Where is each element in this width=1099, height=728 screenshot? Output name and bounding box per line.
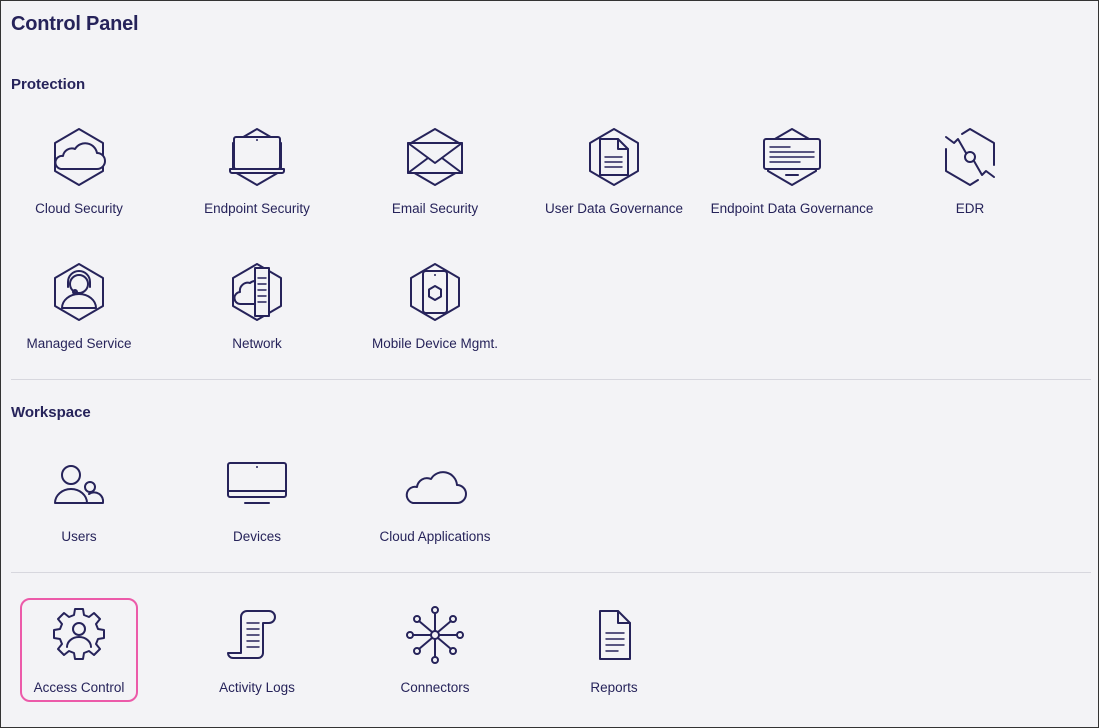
tile-user-data-governance[interactable]: User Data Governance [529,121,699,231]
tile-edr[interactable]: EDR [885,121,1055,231]
tile-managed-service[interactable]: Managed Service [1,256,164,366]
tile-label: Managed Service [26,336,132,351]
tile-label: Endpoint Data Governance [710,201,874,216]
tile-label: Email Security [391,201,479,216]
section-title-workspace: Workspace [11,404,91,421]
network-hub-icon [403,603,467,667]
tile-label: Cloud Security [35,201,123,216]
tile-label: Cloud Applications [379,529,491,544]
tile-label: Reports [590,680,638,695]
section-divider [11,379,1091,380]
tile-label: Mobile Device Mgmt. [371,336,499,351]
cloud-icon [403,455,467,519]
tile-cloud-applications[interactable]: Cloud Applications [350,451,520,561]
edr-hex-icon [938,125,1002,189]
tile-users[interactable]: Users [1,451,164,561]
mobile-hex-icon [403,260,467,324]
tile-mobile-device-mgmt[interactable]: Mobile Device Mgmt. [350,256,520,366]
tile-activity-logs[interactable]: Activity Logs [172,601,342,711]
document-hex-icon [582,125,646,189]
cloud-server-hex-icon [225,260,289,324]
monitor-icon [225,455,289,519]
section-divider [11,572,1091,573]
user-gear-icon [47,603,111,667]
tile-label: Connectors [400,680,470,695]
users-icon [47,455,111,519]
page-title: Control Panel [11,13,139,35]
cloud-hex-icon [47,125,111,189]
tile-devices[interactable]: Devices [172,451,342,561]
control-panel-window: Control Panel Protection Cloud Security … [0,0,1099,728]
scroll-log-icon [225,603,289,667]
tile-connectors[interactable]: Connectors [350,601,520,711]
envelope-hex-icon [403,125,467,189]
tile-label: Devices [232,529,281,544]
tile-access-control[interactable]: Access Control [1,598,164,711]
headset-agent-hex-icon [47,260,111,324]
report-document-icon [582,603,646,667]
monitor-document-hex-icon [760,125,824,189]
laptop-hex-icon [225,125,289,189]
tile-network[interactable]: Network [172,256,342,366]
tile-endpoint-data-governance[interactable]: Endpoint Data Governance [707,121,877,231]
tile-label: Network [232,336,282,351]
tile-label: Users [61,529,97,544]
tile-label: EDR [955,201,985,216]
section-title-protection: Protection [11,76,86,93]
tile-label: Access Control [33,680,125,695]
tile-label: Activity Logs [219,680,295,695]
tile-reports[interactable]: Reports [529,601,699,711]
tile-email-security[interactable]: Email Security [350,121,520,231]
tile-endpoint-security[interactable]: Endpoint Security [172,121,342,231]
tile-label: Endpoint Security [204,201,310,216]
tile-cloud-security[interactable]: Cloud Security [1,121,164,231]
tile-label: User Data Governance [544,201,684,216]
